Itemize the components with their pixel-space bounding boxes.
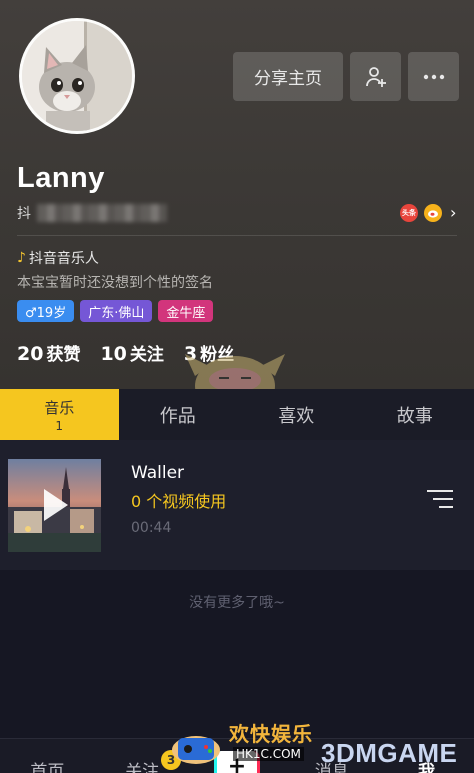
bottom-nav: 首页 关注 + 消息 我 <box>0 738 474 773</box>
zodiac-tag: 金牛座 <box>158 300 214 322</box>
nav-create[interactable]: + <box>190 739 285 773</box>
plus-icon: + <box>227 753 247 773</box>
add-friend-button[interactable] <box>350 52 401 101</box>
nav-me-label: 我 <box>418 762 436 773</box>
weibo-icon[interactable] <box>424 203 442 222</box>
bio: 本宝宝暂时还没想到个性的签名 <box>17 275 213 291</box>
music-list-item[interactable] <box>0 440 474 570</box>
toutiao-icon[interactable]: 头条 <box>400 203 418 222</box>
nav-messages-label: 消息 <box>314 762 349 773</box>
nav-home[interactable]: 首页 <box>0 739 95 773</box>
tab-stories[interactable]: 故事 <box>356 389 474 440</box>
tab-likes[interactable]: 喜欢 <box>237 389 356 440</box>
tab-music-label: 音乐 <box>44 398 75 417</box>
share-profile-label: 分享主页 <box>254 69 322 89</box>
location-tag: 广东·佛山 <box>80 300 153 322</box>
chevron-right-icon[interactable]: › <box>450 203 456 222</box>
douyin-id[interactable]: 抖 <box>17 203 167 223</box>
divider <box>17 235 457 236</box>
tab-music[interactable]: 音乐 1 <box>0 389 119 440</box>
stat-following-label: 关注 <box>129 345 164 365</box>
musician-badge[interactable]: ♪ 抖音音乐人 <box>17 248 99 268</box>
username: Lanny <box>17 162 105 194</box>
profile-tabs: 音乐 1 作品 喜欢 故事 <box>0 389 474 440</box>
douyin-id-prefix: 抖 <box>17 206 31 222</box>
play-icon[interactable] <box>44 489 68 521</box>
music-cover[interactable] <box>8 459 101 552</box>
add-friend-icon <box>365 66 386 87</box>
stat-likes[interactable]: 20 获赞 <box>17 340 80 365</box>
tab-stories-label: 故事 <box>396 405 433 427</box>
toutiao-badge-text: 头条 <box>402 208 416 217</box>
music-title: Waller <box>131 463 185 483</box>
music-usage-count: 0 个视频使用 <box>131 492 227 511</box>
stat-likes-count: 20 <box>17 343 44 365</box>
stat-likes-label: 获赞 <box>46 345 81 365</box>
music-note-icon: ♪ <box>17 250 26 266</box>
profile-header: 分享主页 Lanny 抖 头条 › ♪ 抖音音乐人 本宝宝暂时还没想到个性的签名… <box>0 0 474 389</box>
tab-works-label: 作品 <box>159 405 196 427</box>
profile-stats: 20 获赞 10 关注 3 粉丝 <box>17 340 234 365</box>
more-icon <box>423 74 444 79</box>
create-button[interactable]: + <box>213 751 260 773</box>
douyin-id-mosaic <box>37 204 167 222</box>
stat-following-count: 10 <box>100 343 127 365</box>
tab-works[interactable]: 作品 <box>119 389 238 440</box>
nav-home-label: 首页 <box>30 762 65 773</box>
no-more-text: 没有更多了哦~ <box>189 595 285 611</box>
tab-likes-label: 喜欢 <box>278 405 315 427</box>
playlist-icon[interactable] <box>427 488 453 510</box>
follow-notification-badge: 3 <box>161 750 181 770</box>
avatar[interactable] <box>19 18 135 134</box>
stat-followers[interactable]: 3 粉丝 <box>184 340 234 365</box>
tab-music-count: 1 <box>55 418 64 433</box>
musician-label: 抖音音乐人 <box>28 251 99 267</box>
nav-follow-label: 关注 <box>125 762 160 773</box>
stat-following[interactable]: 10 关注 <box>100 340 163 365</box>
music-duration: 00:44 <box>131 520 172 536</box>
stat-followers-count: 3 <box>183 343 198 365</box>
nav-me[interactable]: 我 <box>379 739 474 773</box>
share-profile-button[interactable]: 分享主页 <box>233 52 343 101</box>
nav-messages[interactable]: 消息 <box>284 739 379 773</box>
gender-age-tag: ♂19岁 <box>17 300 75 322</box>
social-links[interactable]: 头条 › <box>400 203 456 222</box>
stat-followers-label: 粉丝 <box>200 345 235 365</box>
profile-tags: ♂19岁 广东·佛山 金牛座 <box>17 300 214 322</box>
more-button[interactable] <box>408 52 459 101</box>
